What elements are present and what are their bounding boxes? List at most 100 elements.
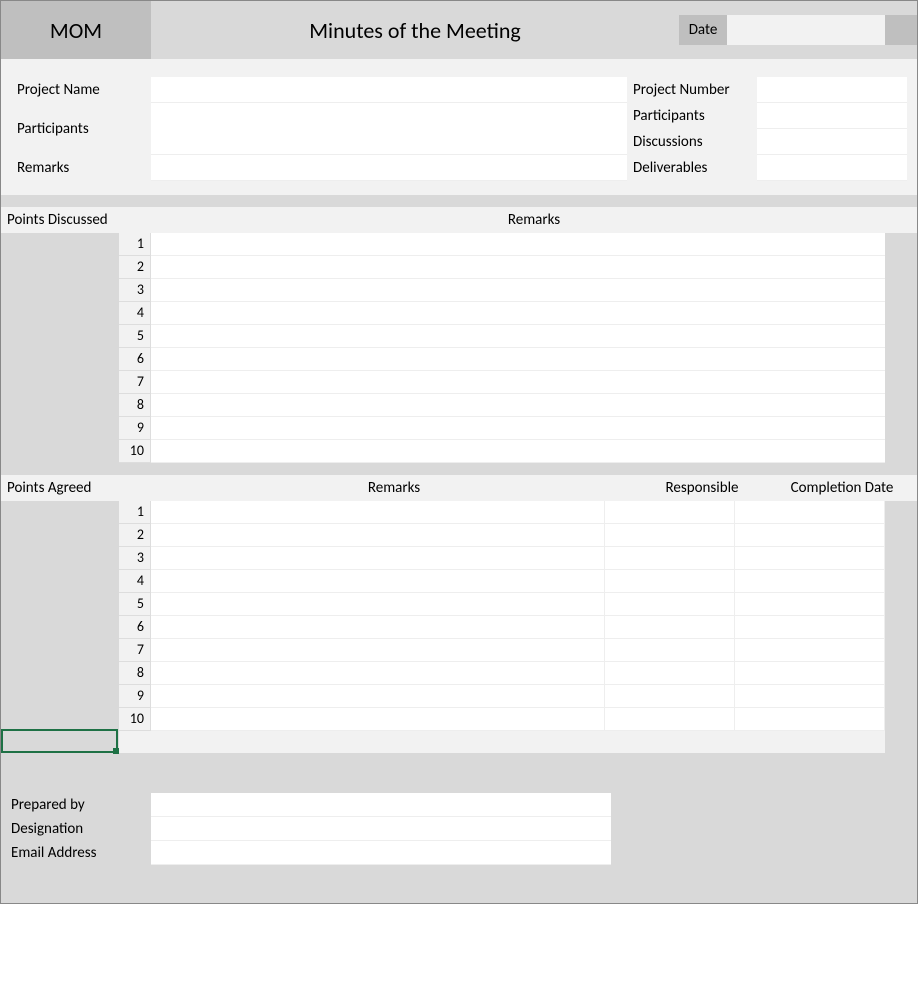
label-designation: Designation: [11, 817, 151, 841]
points-agreed-responsible-cell[interactable]: [605, 685, 735, 708]
mom-template: MOM Minutes of the Meeting Date Project …: [0, 0, 918, 904]
points-agreed-completion-cell[interactable]: [735, 570, 885, 593]
points-agreed-completion-cell[interactable]: [735, 547, 885, 570]
points-agreed-remark-cell[interactable]: [151, 639, 605, 662]
points-discussed-header: Points Discussed: [1, 207, 151, 233]
points-agreed-completion-cell[interactable]: [735, 662, 885, 685]
row-number: 4: [119, 570, 151, 593]
points-discussed-cell[interactable]: [151, 348, 885, 371]
points-discussed-cell[interactable]: [151, 417, 885, 440]
date-end-box: [885, 15, 917, 45]
points-agreed-responsible-cell[interactable]: [605, 708, 735, 731]
agreed-spacer: [119, 731, 885, 753]
points-discussed-section: Points Discussed Remarks 12345678910: [1, 207, 917, 475]
points-agreed-completion-cell[interactable]: [735, 708, 885, 731]
row-number: 5: [119, 593, 151, 616]
points-agreed-completion-cell[interactable]: [735, 524, 885, 547]
points-agreed-completion-cell[interactable]: [735, 685, 885, 708]
points-agreed-remark-cell[interactable]: [151, 616, 605, 639]
points-agreed-responsible-cell[interactable]: [605, 662, 735, 685]
points-agreed-side: [1, 501, 119, 753]
points-agreed-remarks-header: Remarks: [151, 475, 637, 501]
points-discussed-cell[interactable]: [151, 371, 885, 394]
row-number: 2: [119, 256, 151, 279]
points-agreed-responsible-cell[interactable]: [605, 639, 735, 662]
points-agreed-header: Points Agreed: [1, 475, 151, 501]
points-discussed-cell[interactable]: [151, 302, 885, 325]
field-project-number[interactable]: [757, 77, 907, 103]
field-prepared-by[interactable]: [151, 793, 611, 817]
row-number: 10: [119, 440, 151, 463]
row-number: 9: [119, 417, 151, 440]
footer-section: Prepared by Designation Email Address: [1, 765, 917, 903]
points-discussed-cell[interactable]: [151, 256, 885, 279]
points-agreed-responsible-cell[interactable]: [605, 524, 735, 547]
points-agreed-completion-cell[interactable]: [735, 639, 885, 662]
row-number: 7: [119, 371, 151, 394]
points-agreed-completion-cell[interactable]: [735, 593, 885, 616]
points-agreed-responsible-cell[interactable]: [605, 570, 735, 593]
label-discussions: Discussions: [627, 129, 757, 155]
points-agreed-responsible-header: Responsible: [637, 475, 767, 501]
field-participants-count[interactable]: [757, 103, 907, 129]
label-participants: Participants: [11, 103, 151, 155]
field-deliverables[interactable]: [757, 155, 907, 181]
points-discussed-cell[interactable]: [151, 394, 885, 417]
field-designation[interactable]: [151, 817, 611, 841]
points-discussed-cell[interactable]: [151, 279, 885, 302]
points-agreed-completion-header: Completion Date: [767, 475, 917, 501]
page-title: Minutes of the Meeting: [151, 1, 679, 59]
points-discussed-remarks-header: Remarks: [151, 207, 917, 233]
date-input[interactable]: [727, 15, 885, 45]
points-discussed-cell[interactable]: [151, 233, 885, 256]
row-number: 7: [119, 639, 151, 662]
row-number: 3: [119, 547, 151, 570]
label-project-number: Project Number: [627, 77, 757, 103]
points-agreed-completion-cell[interactable]: [735, 616, 885, 639]
points-agreed-responsible-cell[interactable]: [605, 501, 735, 524]
row-number: 4: [119, 302, 151, 325]
label-email: Email Address: [11, 841, 151, 865]
row-number: 10: [119, 708, 151, 731]
points-discussed-cell[interactable]: [151, 440, 885, 463]
points-agreed-remark-cell[interactable]: [151, 547, 605, 570]
info-section: Project Name Project Number Participants…: [1, 59, 917, 195]
field-email[interactable]: [151, 841, 611, 865]
field-project-name[interactable]: [151, 77, 627, 103]
row-number: 9: [119, 685, 151, 708]
label-deliverables: Deliverables: [627, 155, 757, 181]
selected-cell-indicator[interactable]: [1, 729, 118, 753]
row-number: 2: [119, 524, 151, 547]
points-agreed-responsible-cell[interactable]: [605, 593, 735, 616]
date-label: Date: [679, 15, 727, 45]
field-remarks-top[interactable]: [151, 155, 627, 181]
points-agreed-remark-cell[interactable]: [151, 501, 605, 524]
header-band: MOM Minutes of the Meeting Date: [1, 1, 917, 59]
points-agreed-remark-cell[interactable]: [151, 570, 605, 593]
row-number: 6: [119, 348, 151, 371]
row-number: 6: [119, 616, 151, 639]
points-agreed-section: Points Agreed Remarks Responsible Comple…: [1, 475, 917, 765]
points-agreed-responsible-cell[interactable]: [605, 547, 735, 570]
row-number: 1: [119, 233, 151, 256]
points-agreed-remark-cell[interactable]: [151, 593, 605, 616]
label-participants-count: Participants: [627, 103, 757, 129]
points-agreed-responsible-cell[interactable]: [605, 616, 735, 639]
field-participants[interactable]: [151, 103, 627, 155]
row-number: 5: [119, 325, 151, 348]
field-discussions[interactable]: [757, 129, 907, 155]
label-prepared-by: Prepared by: [11, 793, 151, 817]
row-number: 3: [119, 279, 151, 302]
points-agreed-remark-cell[interactable]: [151, 662, 605, 685]
points-discussed-cell[interactable]: [151, 325, 885, 348]
points-agreed-remark-cell[interactable]: [151, 524, 605, 547]
points-agreed-remark-cell[interactable]: [151, 708, 605, 731]
label-project-name: Project Name: [11, 77, 151, 103]
separator: [1, 195, 917, 207]
points-agreed-completion-cell[interactable]: [735, 501, 885, 524]
points-discussed-side: [1, 233, 119, 463]
points-agreed-remark-cell[interactable]: [151, 685, 605, 708]
row-number: 8: [119, 662, 151, 685]
row-number: 1: [119, 501, 151, 524]
mom-badge: MOM: [1, 1, 151, 59]
